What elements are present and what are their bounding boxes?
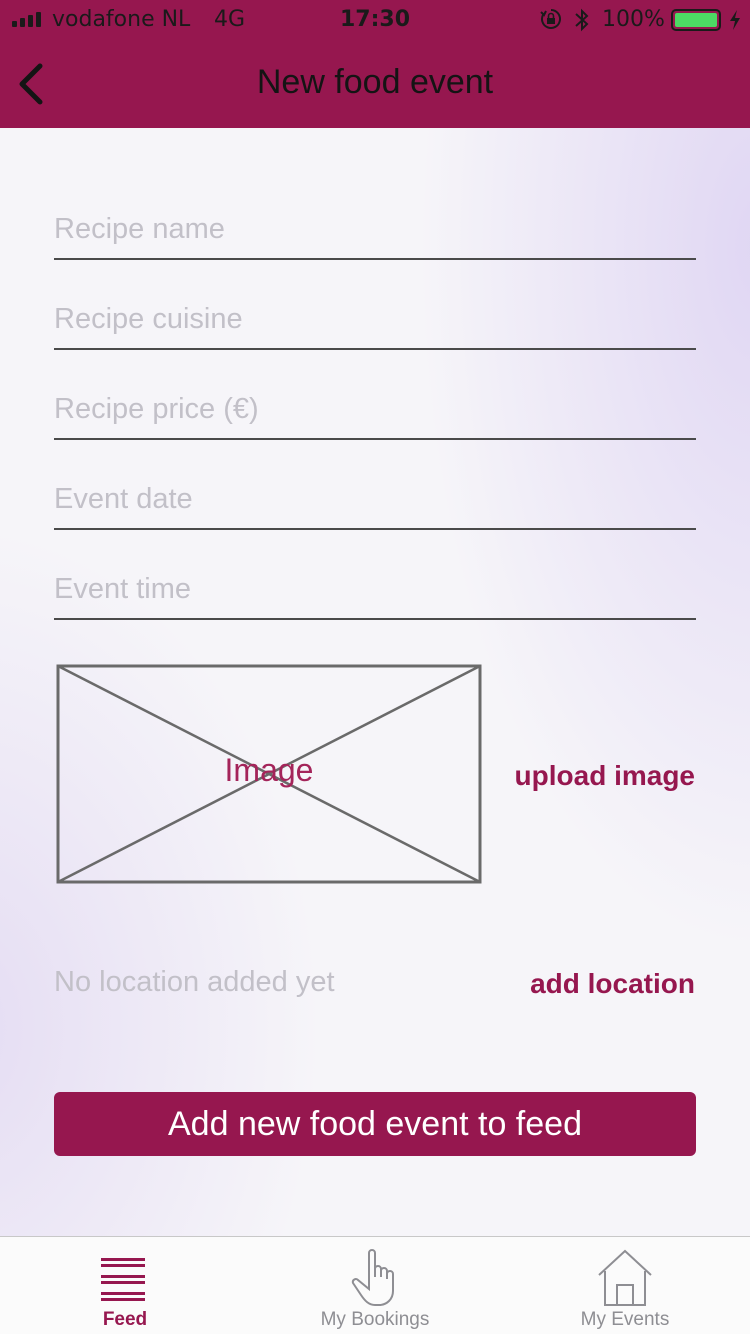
tab-my-bookings[interactable]: My Bookings xyxy=(250,1237,500,1334)
recipe-cuisine-input[interactable] xyxy=(54,290,696,348)
page-title: New food event xyxy=(256,63,494,101)
upload-image-link[interactable]: upload image xyxy=(515,760,695,792)
menu-icon xyxy=(101,1258,145,1301)
location-status: No location added yet xyxy=(54,966,335,998)
navigation-bar: New food event xyxy=(0,40,750,128)
image-placeholder: Image xyxy=(56,664,482,884)
recipe-name-field[interactable] xyxy=(54,200,696,260)
image-placeholder-label: Image xyxy=(224,752,314,788)
hand-pointer-icon xyxy=(351,1249,394,1306)
recipe-name-input[interactable] xyxy=(54,200,696,258)
form-content: Image upload image No location added yet… xyxy=(0,128,750,1236)
battery-percentage: 100% xyxy=(602,7,665,32)
orientation-lock-icon xyxy=(540,9,561,29)
event-time-input[interactable] xyxy=(54,560,696,618)
event-date-input[interactable] xyxy=(54,470,696,528)
tab-feed-label: Feed xyxy=(102,1309,148,1330)
tab-my-bookings-label: My Bookings xyxy=(320,1309,430,1330)
tab-bar: Feed My Bookings My Events xyxy=(0,1236,750,1334)
add-food-event-button[interactable]: Add new food event to feed xyxy=(54,1092,696,1156)
recipe-price-field[interactable] xyxy=(54,380,696,440)
bluetooth-icon xyxy=(575,8,589,32)
status-bar: vodafone NL 4G 17:30 100% xyxy=(0,0,750,40)
tab-my-events-label: My Events xyxy=(580,1309,670,1330)
tab-my-events[interactable]: My Events xyxy=(500,1237,750,1334)
battery-icon xyxy=(671,9,721,31)
tab-feed[interactable]: Feed xyxy=(0,1237,250,1334)
event-time-field[interactable] xyxy=(54,560,696,620)
add-location-link[interactable]: add location xyxy=(530,968,695,1000)
recipe-cuisine-field[interactable] xyxy=(54,290,696,350)
charging-icon xyxy=(730,10,740,30)
house-icon xyxy=(598,1249,652,1306)
recipe-price-input[interactable] xyxy=(54,380,696,438)
event-date-field[interactable] xyxy=(54,470,696,530)
